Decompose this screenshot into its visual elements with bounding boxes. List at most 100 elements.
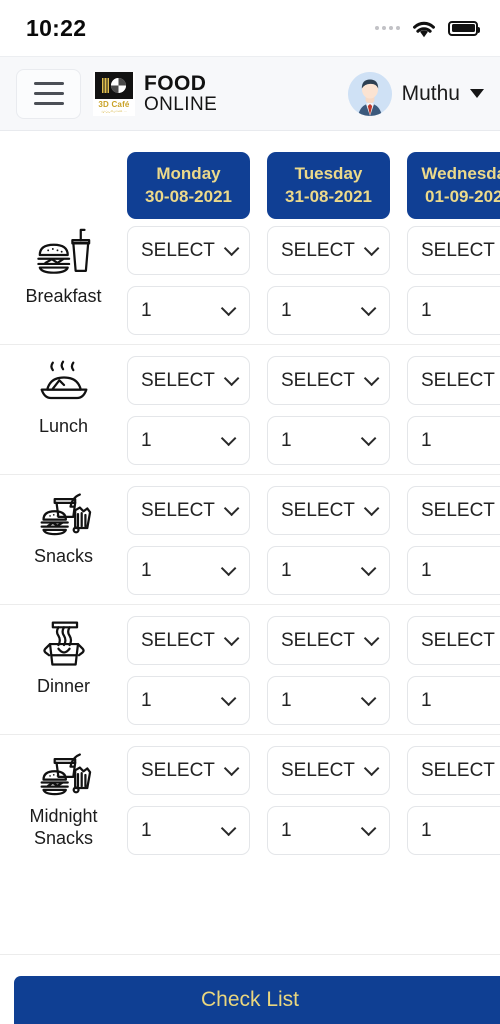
item-select-value: SELECT bbox=[281, 629, 355, 651]
burger-fries-drink-icon bbox=[40, 753, 91, 796]
item-select-wednesday-lunch[interactable]: SELECT bbox=[407, 356, 500, 405]
qty-select-value: 1 bbox=[421, 429, 432, 451]
qty-select-tuesday-snacks[interactable]: 1 bbox=[267, 546, 390, 595]
day-name: Wednesday bbox=[421, 164, 500, 183]
burger-fries-drink-icon bbox=[40, 493, 91, 536]
chevron-down-icon bbox=[223, 240, 240, 257]
item-select-value: SELECT bbox=[141, 629, 215, 651]
chevron-down-icon bbox=[220, 560, 237, 577]
chevron-down-icon bbox=[363, 240, 380, 257]
chevron-down-icon bbox=[223, 630, 240, 647]
qty-select-tuesday-lunch[interactable]: 1 bbox=[267, 416, 390, 465]
item-select-tuesday-snacks[interactable]: SELECT bbox=[267, 486, 390, 535]
qty-select-monday-dinner[interactable]: 1 bbox=[127, 676, 250, 725]
qty-select-value: 1 bbox=[281, 429, 292, 451]
qty-select-value: 1 bbox=[141, 429, 152, 451]
chevron-down-icon bbox=[223, 500, 240, 517]
qty-select-value: 1 bbox=[421, 559, 432, 581]
item-select-value: SELECT bbox=[281, 369, 355, 391]
item-select-value: SELECT bbox=[421, 759, 495, 781]
burger-drink-icon bbox=[36, 228, 90, 274]
qty-select-monday-breakfast[interactable]: 1 bbox=[127, 286, 250, 335]
qty-select-wednesday-dinner[interactable]: 1 bbox=[407, 676, 500, 725]
item-select-tuesday-breakfast[interactable]: SELECT bbox=[267, 226, 390, 275]
item-select-value: SELECT bbox=[281, 759, 355, 781]
meal-label: Midnight Snacks bbox=[0, 746, 127, 849]
item-select-value: SELECT bbox=[281, 239, 355, 261]
item-select-wednesday-midnight-snacks[interactable]: SELECT bbox=[407, 746, 500, 795]
item-select-wednesday-breakfast[interactable]: SELECT bbox=[407, 226, 500, 275]
day-tab-wednesday[interactable]: Wednesday 01-09-2021 bbox=[407, 152, 500, 219]
meal-fields: SELECT 1 SELECT 1 SELECT 1 bbox=[127, 746, 500, 855]
meal-name: Lunch bbox=[38, 416, 89, 436]
item-select-wednesday-snacks[interactable]: SELECT bbox=[407, 486, 500, 535]
qty-select-value: 1 bbox=[281, 689, 292, 711]
item-select-value: SELECT bbox=[141, 499, 215, 521]
item-select-value: SELECT bbox=[421, 629, 495, 651]
day-name: Tuesday bbox=[294, 164, 363, 183]
qty-select-value: 1 bbox=[281, 819, 292, 841]
item-select-wednesday-dinner[interactable]: SELECT bbox=[407, 616, 500, 665]
chevron-down-icon bbox=[223, 760, 240, 777]
item-select-monday-lunch[interactable]: SELECT bbox=[127, 356, 250, 405]
item-select-value: SELECT bbox=[421, 369, 495, 391]
qty-select-value: 1 bbox=[421, 819, 432, 841]
qty-select-wednesday-breakfast[interactable]: 1 bbox=[407, 286, 500, 335]
user-menu[interactable]: Muthu bbox=[347, 71, 486, 116]
schedule-grid: Monday 30-08-2021 Tuesday 31-08-2021 Wed… bbox=[0, 131, 500, 855]
signal-dots-icon bbox=[375, 26, 400, 30]
status-bar: 10:22 bbox=[0, 0, 500, 56]
day-date: 31-08-2021 bbox=[285, 187, 372, 206]
qty-select-wednesday-midnight-snacks[interactable]: 1 bbox=[407, 806, 500, 855]
user-name: Muthu bbox=[401, 81, 460, 105]
qty-select-value: 1 bbox=[141, 689, 152, 711]
qty-select-monday-lunch[interactable]: 1 bbox=[127, 416, 250, 465]
qty-select-wednesday-lunch[interactable]: 1 bbox=[407, 416, 500, 465]
caret-down-icon[interactable] bbox=[470, 89, 484, 98]
noodle-box-icon bbox=[42, 621, 85, 666]
qty-select-value: 1 bbox=[281, 559, 292, 581]
chevron-down-icon bbox=[363, 630, 380, 647]
check-list-button[interactable]: Check List bbox=[14, 976, 500, 1024]
qty-select-tuesday-breakfast[interactable]: 1 bbox=[267, 286, 390, 335]
item-select-tuesday-dinner[interactable]: SELECT bbox=[267, 616, 390, 665]
qty-select-wednesday-snacks[interactable]: 1 bbox=[407, 546, 500, 595]
footer: Check List bbox=[0, 954, 500, 1024]
qty-select-tuesday-midnight-snacks[interactable]: 1 bbox=[267, 806, 390, 855]
chevron-down-icon bbox=[220, 300, 237, 317]
item-select-value: SELECT bbox=[421, 499, 495, 521]
item-select-value: SELECT bbox=[141, 759, 215, 781]
app-header: 3D Café முப்பரிமாண ... FOOD ONLINE Muthu bbox=[0, 56, 500, 131]
hamburger-menu-icon[interactable] bbox=[16, 68, 81, 119]
day-date: 30-08-2021 bbox=[145, 187, 232, 206]
item-select-tuesday-lunch[interactable]: SELECT bbox=[267, 356, 390, 405]
chevron-down-icon bbox=[363, 760, 380, 777]
day-date: 01-09-2021 bbox=[425, 187, 500, 206]
meal-name: Midnight Snacks bbox=[29, 806, 98, 848]
brand-title-line1: FOOD bbox=[144, 72, 207, 96]
rice-plate-icon bbox=[40, 360, 87, 400]
day-tab-tuesday[interactable]: Tuesday 31-08-2021 bbox=[267, 152, 390, 219]
day-tab-monday[interactable]: Monday 30-08-2021 bbox=[127, 152, 250, 219]
item-select-monday-dinner[interactable]: SELECT bbox=[127, 616, 250, 665]
item-select-monday-breakfast[interactable]: SELECT bbox=[127, 226, 250, 275]
day-tabs: Monday 30-08-2021 Tuesday 31-08-2021 Wed… bbox=[0, 131, 500, 219]
qty-select-monday-midnight-snacks[interactable]: 1 bbox=[127, 806, 250, 855]
item-select-monday-midnight-snacks[interactable]: SELECT bbox=[127, 746, 250, 795]
wifi-icon bbox=[413, 21, 435, 37]
qty-select-value: 1 bbox=[141, 819, 152, 841]
meal-row-breakfast: Breakfast SELECT 1 SELECT 1 SELECT 1 bbox=[0, 219, 500, 335]
meal-label: Dinner bbox=[0, 616, 127, 697]
qty-select-tuesday-dinner[interactable]: 1 bbox=[267, 676, 390, 725]
item-select-value: SELECT bbox=[281, 499, 355, 521]
qty-select-monday-snacks[interactable]: 1 bbox=[127, 546, 250, 595]
meal-row-dinner: Dinner SELECT 1 SELECT 1 SELECT 1 bbox=[0, 604, 500, 725]
item-select-tuesday-midnight-snacks[interactable]: SELECT bbox=[267, 746, 390, 795]
chevron-down-icon bbox=[360, 690, 377, 707]
item-select-value: SELECT bbox=[141, 239, 215, 261]
chevron-down-icon bbox=[363, 500, 380, 517]
cafe-logo-icon: 3D Café முப்பரிமாண ... bbox=[93, 71, 135, 116]
item-select-monday-snacks[interactable]: SELECT bbox=[127, 486, 250, 535]
status-time: 10:22 bbox=[26, 14, 87, 41]
chevron-down-icon bbox=[360, 300, 377, 317]
